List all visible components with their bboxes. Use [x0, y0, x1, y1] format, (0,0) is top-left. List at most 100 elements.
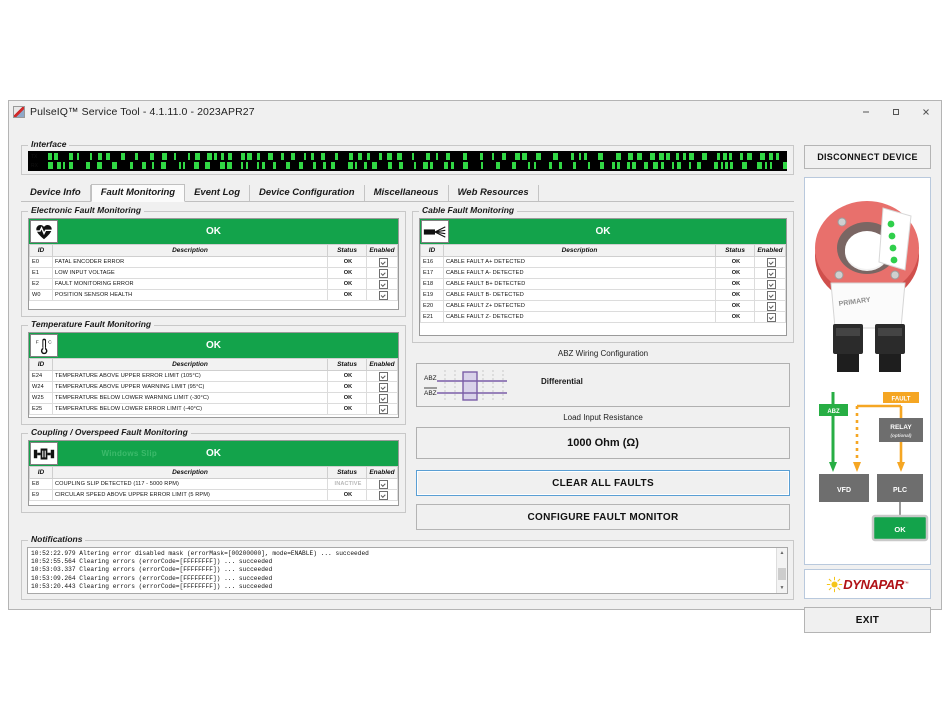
enabled-checkbox[interactable]	[766, 301, 776, 311]
enabled-checkbox[interactable]	[378, 257, 388, 267]
minimize-button[interactable]	[851, 101, 881, 123]
enabled-checkbox[interactable]	[378, 279, 388, 289]
tab-fault-monitoring[interactable]: Fault Monitoring	[90, 184, 186, 202]
activity-pulse	[63, 162, 65, 169]
clear-all-faults-button[interactable]: CLEAR ALL FAULTS	[416, 470, 790, 496]
activity-pulse	[528, 162, 530, 169]
table-row[interactable]: W24 TEMPERATURE ABOVE UPPER WARNING LIMIT…	[29, 381, 398, 393]
enabled-checkbox[interactable]	[378, 490, 388, 500]
tab-web-resources[interactable]: Web Resources	[449, 185, 539, 201]
scrollbar-thumb[interactable]	[778, 568, 786, 580]
activity-pulse	[644, 162, 648, 169]
fault-enabled-cell[interactable]	[366, 392, 398, 404]
disconnect-device-button[interactable]: DISCONNECT DEVICE	[804, 145, 931, 169]
maximize-button[interactable]	[881, 101, 911, 123]
fault-enabled-cell[interactable]	[366, 370, 398, 382]
activity-pulse	[135, 153, 138, 160]
tab-device-configuration[interactable]: Device Configuration	[250, 185, 365, 201]
enabled-checkbox[interactable]	[766, 290, 776, 300]
enabled-checkbox[interactable]	[378, 404, 388, 414]
notifications-log[interactable]: 10:52:22.979 Altering error disabled mas…	[27, 547, 788, 594]
tab-miscellaneous[interactable]: Miscellaneous	[365, 185, 449, 201]
enabled-checkbox[interactable]	[378, 393, 388, 403]
activity-pulse	[534, 162, 536, 169]
sunburst-icon	[827, 576, 843, 592]
fault-enabled-cell[interactable]	[366, 489, 398, 501]
enabled-checkbox[interactable]	[766, 279, 776, 289]
table-row[interactable]: E1 LOW INPUT VOLTAGE OK	[29, 267, 398, 279]
fault-enabled-cell[interactable]	[366, 478, 398, 490]
table-row[interactable]: E9 CIRCULAR SPEED ABOVE UPPER ERROR LIMIT…	[29, 489, 398, 501]
fault-enabled-cell[interactable]	[366, 381, 398, 393]
table-row[interactable]: E24 TEMPERATURE ABOVE UPPER ERROR LIMIT (…	[29, 370, 398, 382]
fault-enabled-cell[interactable]	[754, 278, 786, 290]
fault-enabled-cell[interactable]	[366, 403, 398, 415]
enabled-checkbox[interactable]	[766, 268, 776, 278]
svg-text:OK: OK	[894, 525, 906, 534]
tab-event-log[interactable]: Event Log	[185, 185, 251, 201]
fault-enabled-cell[interactable]	[366, 256, 398, 268]
enabled-checkbox[interactable]	[766, 257, 776, 267]
fault-enabled-cell[interactable]	[366, 267, 398, 279]
dynapar-logo: DYNAPAR ™	[826, 576, 909, 593]
enabled-checkbox[interactable]	[378, 479, 388, 489]
fault-enabled-cell[interactable]	[366, 278, 398, 290]
fault-enabled-cell[interactable]	[366, 289, 398, 301]
fault-status: OK	[715, 289, 755, 301]
configure-fault-monitor-button[interactable]: CONFIGURE FAULT MONITOR	[416, 504, 790, 530]
fault-enabled-cell[interactable]	[754, 311, 786, 323]
coupling-fault-banner: Windows Slip OK	[29, 441, 398, 466]
table-row[interactable]: E21 CABLE FAULT Z- DETECTED OK	[420, 311, 786, 323]
temperature-fault-banner: F C OK	[29, 333, 398, 358]
enabled-checkbox[interactable]	[766, 312, 776, 322]
scroll-down-icon[interactable]: ▼	[777, 583, 787, 593]
activity-pulse	[241, 162, 243, 169]
table-row[interactable]: E2 FAULT MONITORING ERROR OK	[29, 278, 398, 290]
activity-pulse	[54, 153, 58, 160]
activity-pulse	[335, 153, 338, 160]
activity-pulse	[97, 162, 102, 169]
coupling-fault-group: Coupling / Overspeed Fault Monitoring Wi…	[21, 427, 406, 513]
table-row[interactable]: E25 TEMPERATURE BELOW LOWER ERROR LIMIT (…	[29, 403, 398, 415]
activity-pulse	[702, 153, 707, 160]
application-window: PulseIQ™ Service Tool - 4.1.11.0 - 2023A…	[8, 100, 942, 633]
enabled-checkbox[interactable]	[378, 268, 388, 278]
notification-lines: 10:52:22.979 Altering error disabled mas…	[28, 548, 787, 591]
tab-device-info[interactable]: Device Info	[21, 185, 91, 201]
table-header-row: ID Description Status Enabled	[29, 244, 398, 257]
table-row[interactable]: W25 TEMPERATURE BELOW LOWER WARNING LIMIT…	[29, 392, 398, 404]
exit-button[interactable]: EXIT	[804, 607, 931, 633]
table-row[interactable]: E18 CABLE FAULT B+ DETECTED OK	[420, 278, 786, 290]
table-row[interactable]: E17 CABLE FAULT A- DETECTED OK	[420, 267, 786, 279]
fault-enabled-cell[interactable]	[754, 256, 786, 268]
activity-pulse	[730, 162, 733, 169]
fault-enabled-cell[interactable]	[754, 300, 786, 312]
activity-pulse	[553, 153, 558, 160]
activity-pulse	[194, 162, 199, 169]
fault-id: E16	[420, 256, 444, 268]
load-resistance-box[interactable]: 1000 Ohm (Ω)	[416, 427, 790, 459]
table-row[interactable]: E16 CABLE FAULT A+ DETECTED OK	[420, 256, 786, 268]
abz-wiring-box[interactable]: ABZ ABZ Differential	[416, 363, 790, 407]
notifications-scrollbar[interactable]: ▲ ▼	[776, 548, 787, 593]
activity-pulse	[770, 162, 772, 169]
scroll-up-icon[interactable]: ▲	[777, 548, 787, 558]
fault-enabled-cell[interactable]	[754, 289, 786, 301]
table-row[interactable]: E0 FATAL ENCODER ERROR OK	[29, 256, 398, 268]
right-panel: DISCONNECT DEVICE PRIMARY FAULT ABZ RELA…	[804, 145, 931, 633]
tx-label: TX	[31, 154, 38, 160]
enabled-checkbox[interactable]	[378, 382, 388, 392]
table-row[interactable]: E8 COUPLING SLIP DETECTED (117 - 5000 RPM…	[29, 478, 398, 490]
enabled-checkbox[interactable]	[378, 371, 388, 381]
fault-enabled-cell[interactable]	[754, 267, 786, 279]
fault-status: OK	[327, 289, 367, 301]
fault-status: OK	[327, 267, 367, 279]
activity-pulse	[480, 153, 483, 160]
table-row[interactable]: W0 POSITION SENSOR HEALTH OK	[29, 289, 398, 301]
table-row[interactable]: E20 CABLE FAULT Z+ DETECTED OK	[420, 300, 786, 312]
enabled-checkbox[interactable]	[378, 290, 388, 300]
table-row[interactable]: E19 CABLE FAULT B- DETECTED OK	[420, 289, 786, 301]
activity-pulse	[183, 162, 185, 169]
activity-pulse	[262, 162, 265, 169]
close-button[interactable]	[911, 101, 941, 123]
